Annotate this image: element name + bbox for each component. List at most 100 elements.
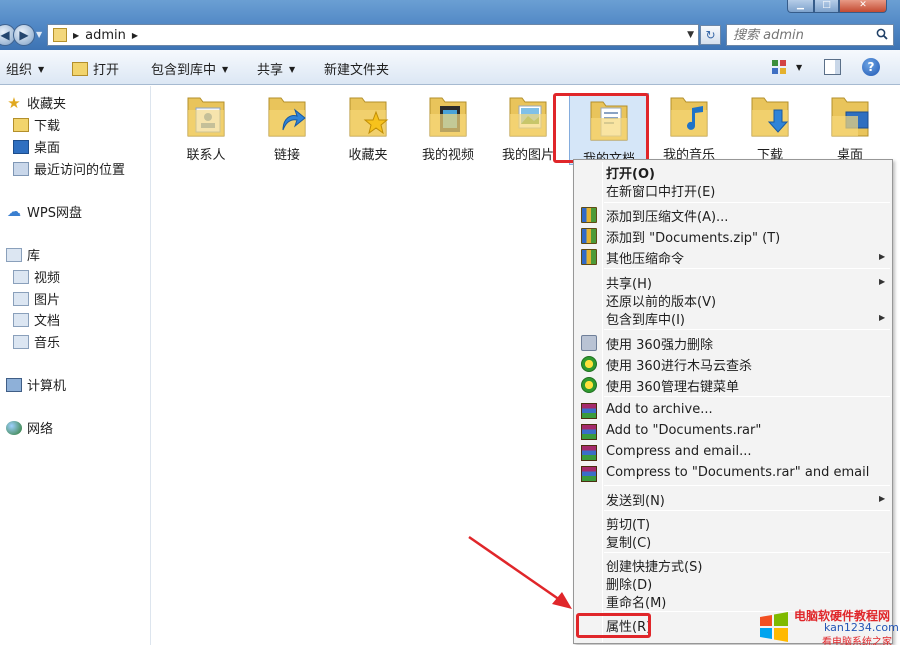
include-in-library-label: 包含到库中 <box>151 63 217 78</box>
winrar-icon <box>581 445 597 461</box>
menu-item-360-scan[interactable]: 使用 360进行木马云查杀 <box>606 355 752 374</box>
open-folder-icon <box>72 62 88 76</box>
folder-downloads[interactable]: 下载 <box>730 90 810 163</box>
submenu-arrow-icon: ▶ <box>879 252 886 261</box>
maximize-button[interactable]: □ <box>814 0 839 13</box>
menu-item-share[interactable]: 共享(H) <box>606 273 652 292</box>
new-folder-button[interactable]: 新建文件夹 <box>324 59 389 78</box>
organize-menu[interactable]: 组织 ▼ <box>6 59 44 78</box>
folder-label: 我的视频 <box>421 148 474 163</box>
command-bar: 组织 ▼ 打开 包含到库中 ▼ 共享 ▼ 新建文件夹 <box>0 50 900 85</box>
preview-pane-icon[interactable] <box>824 59 841 75</box>
menu-item-open[interactable]: 打开(O) <box>606 163 655 182</box>
address-bar[interactable]: ▶ admin ▶ ▼ <box>47 24 699 46</box>
shredder-icon <box>581 335 597 351</box>
sidebar-item-videos[interactable]: 视频 <box>13 267 60 286</box>
folder-my-videos[interactable]: 我的视频 <box>408 90 488 163</box>
sidebar-item-wps[interactable]: ☁ WPS网盘 <box>6 202 82 222</box>
folder-label: 收藏夹 <box>348 148 388 163</box>
refresh-button[interactable]: ↻ <box>700 25 721 45</box>
menu-item-add-to-zip-archive[interactable]: 添加到压缩文件(A)... <box>606 206 728 225</box>
menu-icon-gutter <box>602 162 603 642</box>
menu-item-360-delete[interactable]: 使用 360强力删除 <box>606 334 713 353</box>
folder-favorites[interactable]: 收藏夹 <box>328 90 408 163</box>
search-input[interactable] <box>727 25 867 45</box>
share-menu[interactable]: 共享 ▼ <box>257 59 295 78</box>
help-icon[interactable]: ? <box>862 58 880 76</box>
menu-item-rename[interactable]: 重命名(M) <box>606 592 666 611</box>
library-icon <box>6 247 22 262</box>
search-box[interactable] <box>726 24 894 46</box>
breadcrumb-chevron-icon[interactable]: ▶ <box>73 31 79 40</box>
sidebar-item-pictures[interactable]: 图片 <box>13 289 60 308</box>
folder-my-music[interactable]: 我的音乐 <box>649 90 729 163</box>
close-button[interactable]: ✕ <box>839 0 887 13</box>
menu-item-other-compress[interactable]: 其他压缩命令 <box>606 248 684 267</box>
sidebar-item-favorites[interactable]: ★ 收藏夹 <box>6 93 66 112</box>
red-arrow-annotation <box>468 535 572 609</box>
folder-label: 链接 <box>273 148 300 163</box>
sidebar-item-recent[interactable]: 最近访问的位置 <box>13 159 125 178</box>
open-label: 打开 <box>93 63 120 78</box>
sidebar-item-desktop[interactable]: 桌面 <box>13 137 60 156</box>
sidebar-item-computer[interactable]: 计算机 <box>6 375 66 394</box>
sidebar-item-label: WPS网盘 <box>27 206 82 221</box>
organize-label: 组织 <box>6 63 33 78</box>
menu-separator <box>604 396 890 397</box>
sidebar-item-label: 视频 <box>34 271 61 286</box>
sidebar-item-documents[interactable]: 文档 <box>13 310 60 329</box>
breadcrumb-chevron-icon[interactable]: ▶ <box>132 31 138 40</box>
menu-item-open-new-window[interactable]: 在新窗口中打开(E) <box>606 181 715 200</box>
menu-separator <box>604 329 890 330</box>
breadcrumb-admin[interactable]: admin <box>85 28 126 43</box>
menu-item-restore-previous[interactable]: 还原以前的版本(V) <box>606 291 716 310</box>
pictures-folder-icon <box>509 97 547 137</box>
folder-contacts[interactable]: 联系人 <box>166 90 246 163</box>
favorites-folder-icon <box>349 97 389 137</box>
change-view-icon[interactable] <box>771 59 787 75</box>
menu-item-compress-email[interactable]: Compress and email... <box>606 444 752 459</box>
minimize-button[interactable]: ▁ <box>787 0 814 13</box>
menu-separator <box>604 485 890 486</box>
chevron-down-icon: ▼ <box>38 65 45 74</box>
search-icon[interactable] <box>876 28 888 40</box>
sidebar-item-libraries[interactable]: 库 <box>6 245 40 264</box>
computer-icon <box>6 377 22 392</box>
sidebar-item-label: 下载 <box>34 119 61 134</box>
forward-button[interactable]: ▶ <box>13 24 35 46</box>
menu-item-send-to[interactable]: 发送到(N) <box>606 490 665 509</box>
winrar-icon <box>581 466 597 482</box>
menu-item-add-to-archive[interactable]: Add to archive... <box>606 402 713 417</box>
downloads-folder-icon <box>751 97 789 137</box>
menu-separator <box>604 202 890 203</box>
videos-folder-icon <box>429 97 467 137</box>
menu-item-360-manage[interactable]: 使用 360管理右键菜单 <box>606 376 739 395</box>
recent-pages-dropdown[interactable]: ▼ <box>36 30 42 39</box>
menu-item-compress-rar-email[interactable]: Compress to "Documents.rar" and email <box>606 465 869 480</box>
recent-places-icon <box>13 161 29 176</box>
sidebar-item-label: 桌面 <box>34 141 61 156</box>
include-in-library-menu[interactable]: 包含到库中 ▼ <box>151 59 228 78</box>
menu-item-add-to-documents-rar[interactable]: Add to "Documents.rar" <box>606 423 761 438</box>
folder-desktop[interactable]: 桌面 <box>810 90 890 163</box>
menu-item-include-in-library[interactable]: 包含到库中(I) <box>606 309 685 328</box>
links-folder-icon <box>268 97 306 137</box>
sidebar-item-music[interactable]: 音乐 <box>13 332 60 351</box>
menu-separator <box>604 268 890 269</box>
open-button[interactable]: 打开 <box>72 59 119 78</box>
menu-item-delete[interactable]: 删除(D) <box>606 574 652 593</box>
menu-item-cut[interactable]: 剪切(T) <box>606 514 650 533</box>
music-folder-icon <box>670 97 708 137</box>
menu-item-copy[interactable]: 复制(C) <box>606 532 651 551</box>
view-options-dropdown-icon[interactable]: ▼ <box>796 63 802 72</box>
menu-item-add-to-documents-zip[interactable]: 添加到 "Documents.zip" (T) <box>606 227 780 246</box>
sidebar-item-label: 音乐 <box>34 336 61 351</box>
sidebar-item-network[interactable]: 网络 <box>6 418 53 437</box>
folder-links[interactable]: 链接 <box>247 90 327 163</box>
menu-item-create-shortcut[interactable]: 创建快捷方式(S) <box>606 556 702 575</box>
watermark-subtitle: 看电脑系统之家 <box>822 637 892 645</box>
sidebar-item-downloads[interactable]: 下载 <box>13 115 60 134</box>
address-dropdown-icon[interactable]: ▼ <box>687 30 694 40</box>
properties-highlight-annotation <box>576 613 651 638</box>
picture-library-icon <box>13 291 29 306</box>
